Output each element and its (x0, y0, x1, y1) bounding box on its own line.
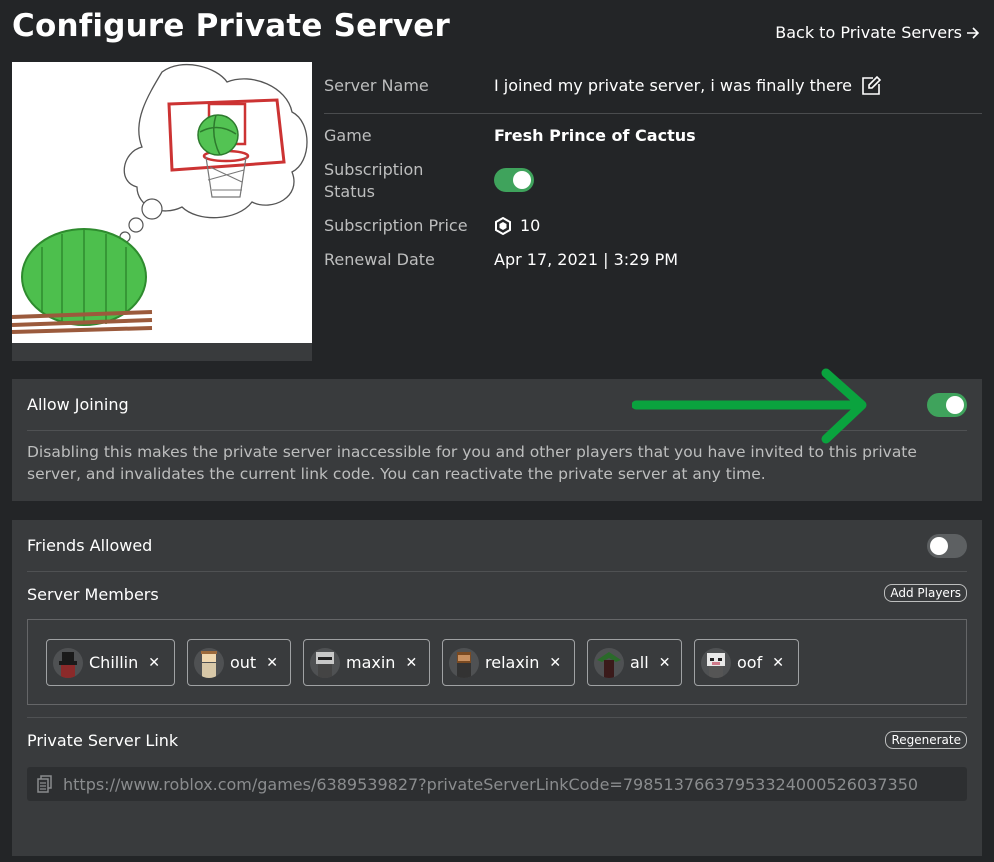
toggle-knob (930, 537, 948, 555)
subscription-status-label: Subscription Status (324, 160, 424, 201)
member-name: out (230, 653, 257, 672)
subscription-price-label: Subscription Price (324, 216, 468, 235)
renewal-date-label: Renewal Date (324, 250, 435, 269)
server-members-label: Server Members (27, 585, 159, 604)
allow-joining-label: Allow Joining (27, 395, 129, 414)
back-link-label: Back to Private Servers (775, 23, 962, 42)
server-settings-panel: Friends Allowed Server Members Add Playe… (12, 520, 982, 856)
member-name: oof (737, 653, 763, 672)
price-amount: 10 (520, 216, 541, 235)
subscription-price-value: 10 (494, 215, 540, 237)
toggle-knob (946, 396, 964, 414)
panel-divider (27, 717, 967, 718)
close-icon[interactable]: ✕ (549, 655, 561, 671)
avatar (310, 647, 340, 678)
members-list: Chillin ✕ out ✕ maxin ✕ relaxin ✕ all ✕ … (27, 619, 967, 705)
arrow-right-icon (967, 26, 980, 39)
robux-icon (495, 217, 511, 235)
close-icon[interactable]: ✕ (266, 655, 278, 671)
subscription-status-value (494, 168, 534, 192)
member-name: relaxin (485, 653, 540, 672)
member-chip: oof ✕ (694, 639, 799, 686)
toggle-knob (513, 171, 531, 189)
allow-joining-toggle[interactable] (927, 393, 967, 417)
add-players-button[interactable]: Add Players (884, 584, 967, 602)
avatar (194, 647, 224, 678)
thumbnail-bottom-bar (12, 343, 312, 361)
avatar (701, 647, 731, 678)
close-icon[interactable]: ✕ (659, 655, 671, 671)
member-chip: all ✕ (587, 639, 682, 686)
game-value: Fresh Prince of Cactus (494, 126, 696, 145)
avatar (594, 647, 624, 678)
server-name-text: I joined my private server, i was finall… (494, 76, 852, 95)
regenerate-button[interactable]: Regenerate (885, 731, 967, 749)
member-name: maxin (346, 653, 396, 672)
member-chip: relaxin ✕ (442, 639, 575, 686)
member-chip: out ✕ (187, 639, 291, 686)
game-thumbnail (12, 62, 312, 361)
edit-icon[interactable] (860, 75, 882, 97)
close-icon[interactable]: ✕ (772, 655, 784, 671)
friends-allowed-toggle[interactable] (927, 534, 967, 558)
friends-allowed-label: Friends Allowed (27, 536, 153, 555)
server-name-label: Server Name (324, 76, 429, 95)
member-name: all (630, 653, 649, 672)
private-server-link-label: Private Server Link (27, 731, 179, 750)
private-server-link-field[interactable]: https://www.roblox.com/games/6389539827?… (27, 767, 967, 801)
close-icon[interactable]: ✕ (405, 655, 417, 671)
copy-icon[interactable] (37, 775, 53, 793)
thumbnail-drawing (12, 63, 308, 334)
private-server-link-url: https://www.roblox.com/games/6389539827?… (63, 774, 919, 794)
annotation-arrow-icon (632, 368, 867, 444)
allow-joining-panel: Allow Joining Disabling this makes the p… (12, 368, 982, 501)
subscription-status-toggle[interactable] (494, 168, 534, 192)
member-chip: maxin ✕ (303, 639, 430, 686)
panel-divider (27, 571, 967, 572)
avatar (53, 647, 83, 678)
member-chip: Chillin ✕ (46, 639, 175, 686)
avatar (449, 647, 479, 678)
page-title: Configure Private Server (12, 8, 450, 44)
renewal-date-value: Apr 17, 2021 | 3:29 PM (494, 250, 679, 269)
close-icon[interactable]: ✕ (148, 655, 160, 671)
server-name-value: I joined my private server, i was finall… (494, 75, 882, 97)
game-label: Game (324, 126, 372, 145)
info-divider (324, 113, 982, 114)
back-to-private-servers-link[interactable]: Back to Private Servers (775, 23, 980, 42)
member-name: Chillin (89, 653, 139, 672)
